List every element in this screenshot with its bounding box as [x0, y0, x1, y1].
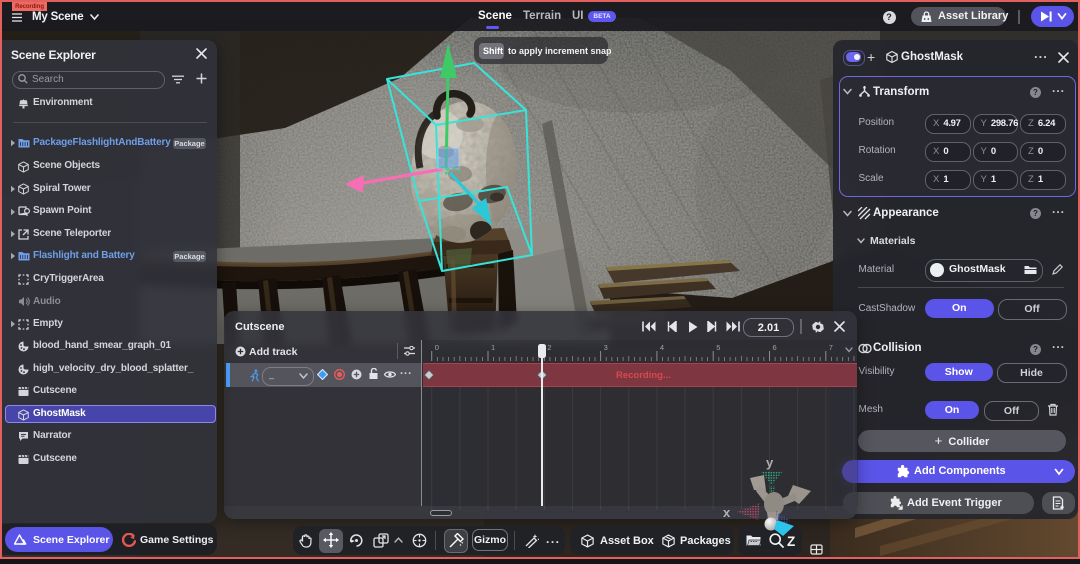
svg-text:x: x: [723, 505, 731, 520]
svg-text:Z: Z: [787, 534, 795, 549]
svg-text:y: y: [766, 455, 774, 470]
